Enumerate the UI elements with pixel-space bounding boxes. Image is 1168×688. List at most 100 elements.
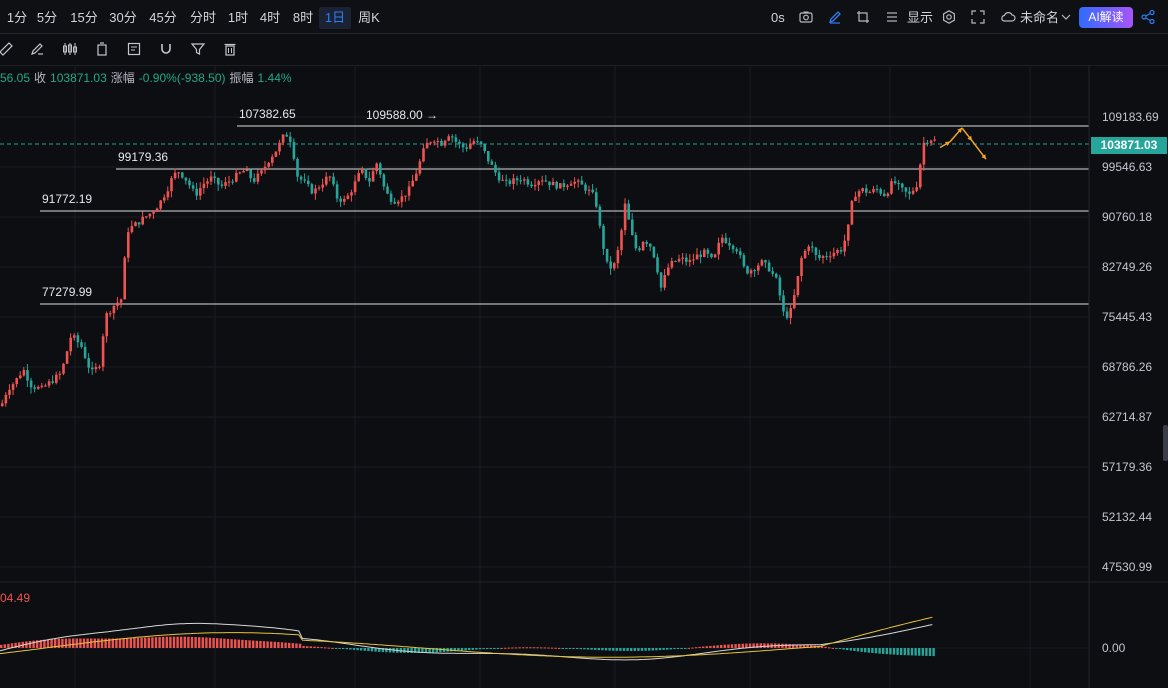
candle-body	[206, 181, 209, 184]
list-icon[interactable]	[883, 9, 901, 27]
timeframe-5m[interactable]: 5分	[34, 7, 60, 29]
macd-bar	[370, 648, 374, 652]
candle-body	[692, 259, 695, 261]
macd-bar	[270, 641, 273, 648]
macd-bar	[18, 642, 21, 648]
candle-body	[537, 181, 540, 185]
brush-icon[interactable]	[28, 41, 46, 59]
timeframe-4h[interactable]: 4时	[257, 7, 283, 29]
candle-body	[400, 196, 404, 202]
gear-icon[interactable]	[940, 9, 958, 27]
macd-bar	[234, 639, 237, 648]
ruler-icon[interactable]	[0, 41, 15, 59]
candlestick-icon[interactable]	[61, 41, 79, 59]
change-label: 涨幅	[110, 71, 135, 85]
crop-icon[interactable]	[854, 9, 872, 27]
macd-bar	[723, 644, 726, 648]
candle-body	[789, 308, 792, 318]
macd-bar	[540, 647, 543, 649]
pencil-icon[interactable]	[826, 9, 844, 27]
share-icon[interactable]	[1139, 9, 1157, 27]
horizontal-levels: 107382.65 99179.36 91772.19 77279.99 109588.…	[0, 107, 1089, 305]
candle-body	[278, 142, 281, 152]
candle-body	[29, 380, 33, 388]
candle-body	[116, 302, 119, 306]
filter-icon[interactable]	[189, 41, 207, 59]
candle-body	[285, 134, 288, 137]
timeframe-15m[interactable]: 15分	[68, 7, 100, 29]
macd-bar	[788, 644, 791, 648]
macd-bar	[493, 648, 496, 649]
macd-bar	[655, 648, 658, 651]
timeframe-1h[interactable]: 1时	[225, 7, 251, 29]
macd-bar	[874, 648, 878, 654]
macd-bar	[784, 643, 788, 648]
timeframe-1d[interactable]: 1日	[319, 7, 351, 29]
candle-body	[512, 178, 515, 184]
timeframe-weekly[interactable]: 周K	[354, 7, 384, 29]
candle-body	[137, 222, 141, 225]
candle-body	[91, 367, 94, 370]
layout-name[interactable]: 未命名	[1020, 7, 1059, 29]
price-chart[interactable]: 107382.65 99179.36 91772.19 77279.99 109588.…	[0, 66, 1168, 688]
timeframe-1m[interactable]: 1分	[4, 7, 30, 29]
fullscreen-icon[interactable]	[969, 9, 987, 27]
macd-bar	[288, 642, 291, 648]
macd-bar	[921, 648, 924, 656]
macd-bar	[658, 648, 662, 651]
macd-bar	[460, 648, 464, 651]
candle-body	[555, 181, 558, 189]
macd-bar	[273, 641, 276, 648]
macd-bar	[867, 648, 870, 653]
open-value: 56.05	[0, 71, 31, 85]
display-menu[interactable]: 显示	[907, 7, 933, 29]
candle-body	[109, 313, 112, 315]
candle-body	[591, 189, 594, 193]
timeframe-30m[interactable]: 30分	[107, 7, 139, 29]
macd-bar	[676, 648, 680, 649]
candle-body	[713, 254, 717, 258]
candle-body	[98, 366, 101, 368]
timeframe-45m[interactable]: 45分	[146, 7, 180, 29]
candle-body	[602, 225, 605, 249]
candle-body	[688, 259, 692, 262]
candle-body	[296, 158, 299, 177]
timeframe-intraday[interactable]: 分时	[186, 7, 220, 29]
macd-bar	[590, 648, 593, 650]
macd-bar	[126, 638, 129, 648]
candle-body	[526, 179, 530, 185]
candle-body	[544, 180, 548, 182]
macd-bar	[464, 648, 467, 651]
magnet-icon[interactable]	[157, 41, 175, 59]
candle-body	[811, 246, 814, 248]
macd-bar	[547, 647, 550, 649]
timeframe-8h[interactable]: 8时	[290, 7, 316, 29]
candle-body	[238, 172, 242, 174]
macd-bar	[190, 636, 194, 648]
trash-icon[interactable]	[221, 41, 239, 59]
macd-bar	[154, 637, 158, 648]
macd-bar	[136, 637, 140, 648]
macd-bar	[853, 648, 856, 651]
candle-body	[577, 180, 580, 182]
ai-interpret-button[interactable]: AI解读	[1079, 7, 1133, 28]
camera-icon[interactable]	[797, 9, 815, 27]
candle-body	[141, 216, 144, 225]
candle-body	[148, 213, 152, 217]
macd-bar	[828, 647, 831, 649]
chevron-down-icon[interactable]	[1057, 9, 1075, 27]
macd-bar	[7, 643, 10, 648]
candle-body	[26, 370, 29, 381]
macd-bar	[0, 644, 3, 648]
macd-bar	[608, 648, 611, 651]
macd-bar	[302, 646, 305, 648]
macd-bar	[860, 648, 863, 652]
copy-icon[interactable]	[93, 41, 111, 59]
axis-scroll-handle[interactable]	[1163, 425, 1168, 461]
candle-body	[433, 141, 436, 143]
macd-bar	[64, 638, 68, 648]
candle-body	[411, 180, 414, 187]
note-icon[interactable]	[125, 41, 143, 59]
bar-countdown: 0s	[771, 10, 785, 25]
macd-bar	[586, 648, 590, 650]
